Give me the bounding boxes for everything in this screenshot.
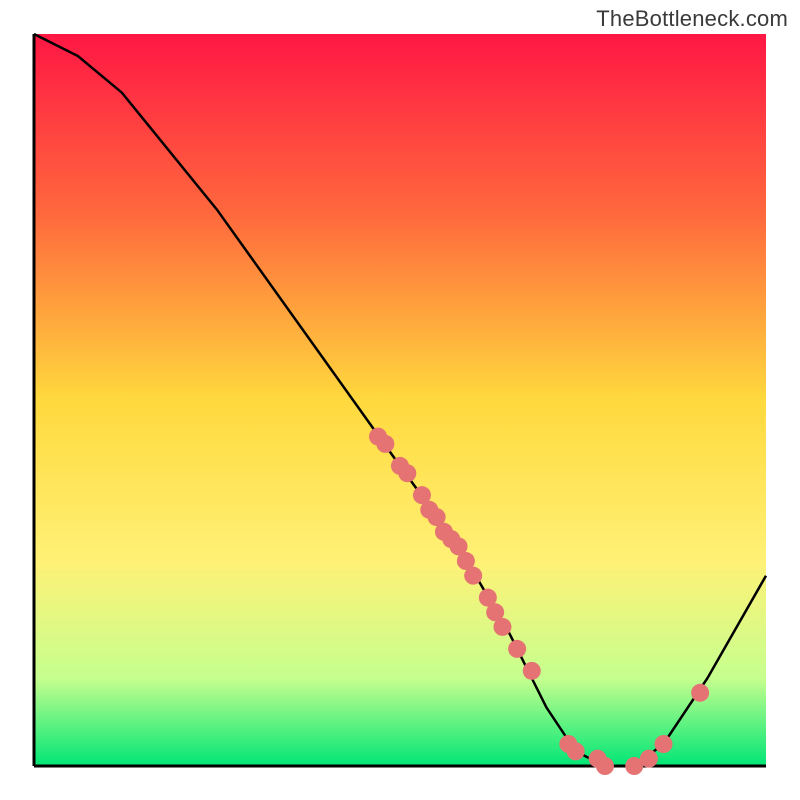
highlight-point — [640, 750, 658, 768]
highlight-point — [523, 662, 541, 680]
highlight-point — [464, 567, 482, 585]
highlight-point — [567, 742, 585, 760]
bottleneck-chart — [0, 0, 800, 800]
plot-gradient-background — [34, 34, 766, 766]
watermark-text: TheBottleneck.com — [596, 6, 788, 32]
highlight-point — [508, 640, 526, 658]
highlight-point — [376, 435, 394, 453]
highlight-point — [596, 757, 614, 775]
highlight-point — [398, 464, 416, 482]
highlight-point — [655, 735, 673, 753]
highlight-point — [691, 684, 709, 702]
highlight-point — [493, 618, 511, 636]
